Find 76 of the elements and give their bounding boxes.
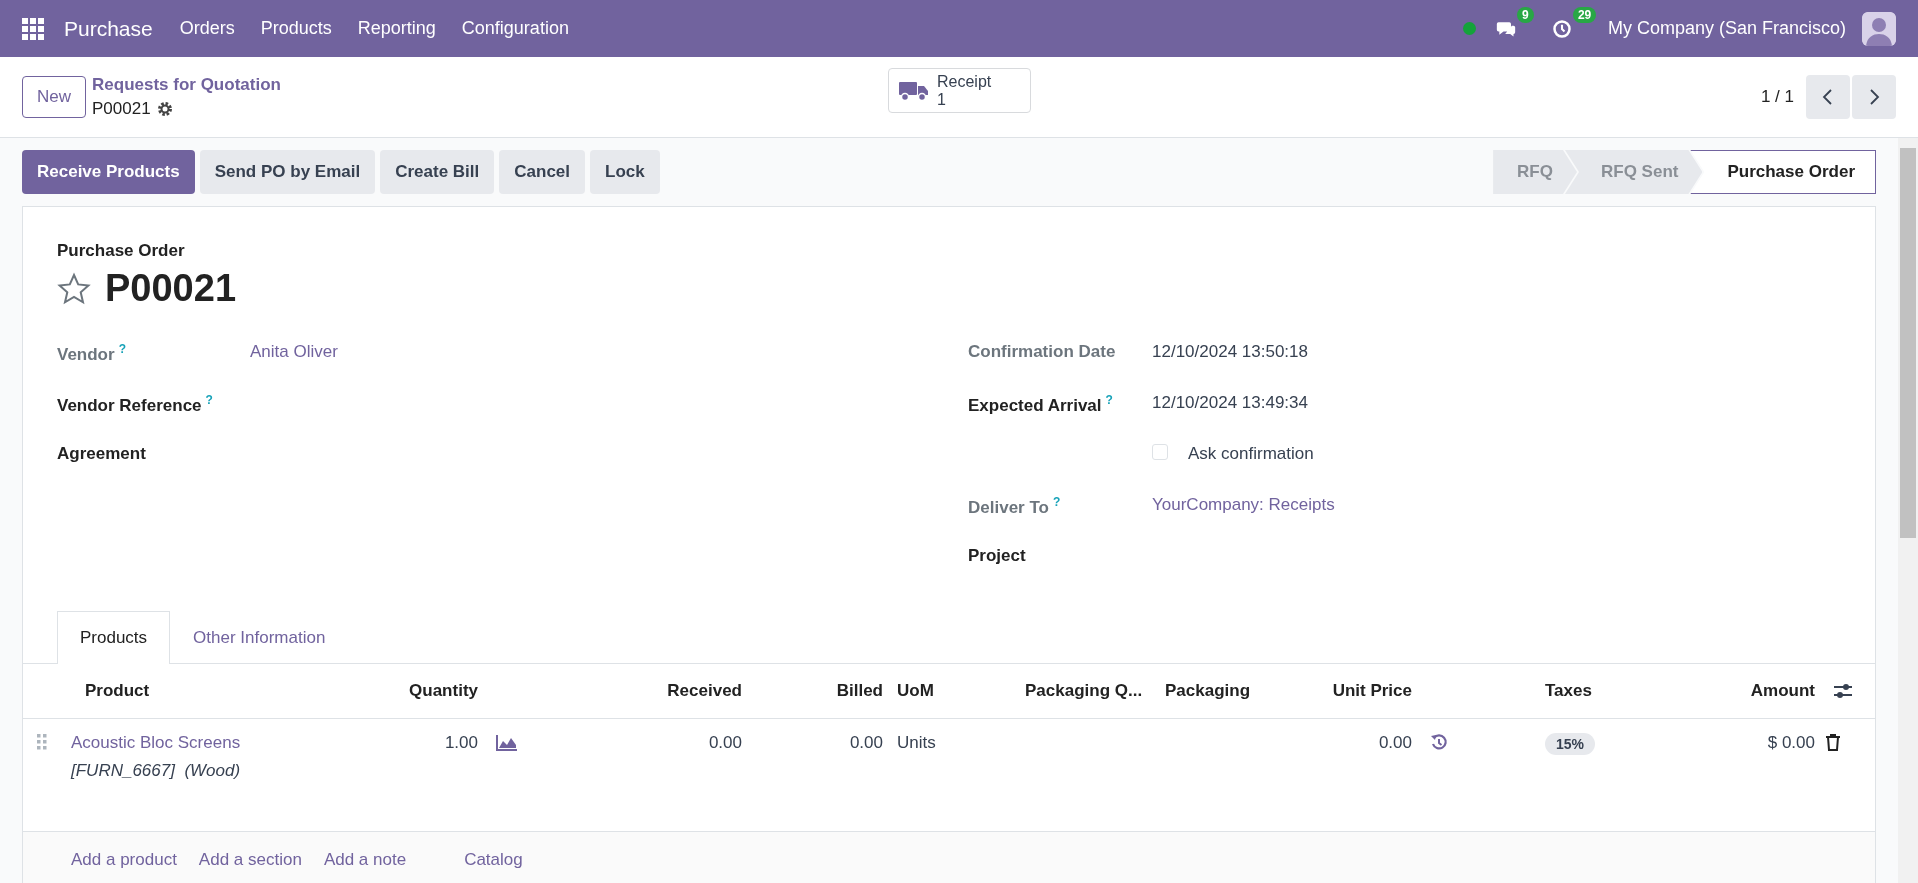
company-switcher[interactable]: My Company (San Francisco) xyxy=(1607,18,1846,39)
trash-icon[interactable] xyxy=(1825,733,1841,751)
column-header[interactable]: Taxes xyxy=(1545,681,1592,701)
activity-count-badge: 29 xyxy=(1572,6,1597,23)
tax-tag: 15% xyxy=(1545,733,1596,755)
apps-menu-icon[interactable] xyxy=(22,17,44,40)
clock-icon[interactable] xyxy=(1551,18,1572,39)
field-label: Deliver To $^{?}$ xyxy=(968,495,1062,518)
field-value: 12/10/2024 13:49:34 xyxy=(1152,393,1308,413)
product-link[interactable]: Acoustic Bloc Screens xyxy=(71,733,241,753)
status-dot-icon[interactable] xyxy=(1462,22,1476,35)
table-cell: 0.00 xyxy=(1378,733,1412,753)
column-header[interactable]: Packaging Q... xyxy=(1025,681,1143,701)
next-button[interactable] xyxy=(1852,75,1896,119)
add-line-link[interactable]: Add a section xyxy=(198,850,302,883)
previous-button[interactable] xyxy=(1806,75,1850,119)
table-cell: Units xyxy=(897,733,936,753)
tab[interactable]: Other Information xyxy=(170,611,349,664)
chevron-left-icon xyxy=(1821,88,1835,106)
action-button[interactable]: Receive Products xyxy=(22,150,195,194)
column-header[interactable]: Unit Price xyxy=(1332,681,1412,701)
message-count-badge: 9 xyxy=(1516,6,1534,23)
checkbox[interactable] xyxy=(1152,444,1168,460)
field-label: Vendor $^{?}$ xyxy=(57,342,127,365)
column-header[interactable]: Product xyxy=(85,681,150,701)
field-label: Confirmation Date xyxy=(968,342,1117,362)
field-label: Vendor Reference $^{?}$ xyxy=(57,393,214,416)
field-link[interactable]: Anita Oliver xyxy=(250,342,338,362)
table-cell: 0.00 xyxy=(708,733,742,753)
truck-icon xyxy=(899,79,929,102)
drag-handle-icon[interactable] xyxy=(37,733,47,751)
checkbox-label: Ask confirmation xyxy=(1188,444,1314,464)
action-button[interactable]: Lock xyxy=(590,150,660,194)
chevron-right-icon xyxy=(1867,88,1881,106)
tab[interactable]: Products xyxy=(57,611,171,664)
pager-counter[interactable]: 1 / 1 xyxy=(1760,87,1794,107)
receipt-smart-button[interactable]: Receipt 1 xyxy=(888,68,1031,113)
menu-item[interactable]: Products xyxy=(247,18,345,39)
column-header[interactable]: Amount xyxy=(1750,681,1815,701)
action-button[interactable]: Send PO by Email xyxy=(199,150,376,194)
table-cell: 1.00 xyxy=(444,733,478,753)
action-button[interactable]: Cancel xyxy=(499,150,586,194)
column-settings-icon[interactable] xyxy=(1833,682,1853,700)
field-label: Expected Arrival $^{?}$ xyxy=(968,393,1114,416)
settings-icon[interactable] xyxy=(156,101,173,117)
area-chart-icon[interactable] xyxy=(496,733,518,751)
avatar-icon[interactable] xyxy=(1862,11,1896,46)
history-icon[interactable] xyxy=(1430,733,1448,751)
product-description: [FURN_6667] (Wood) xyxy=(71,761,241,781)
menu-item[interactable]: Configuration xyxy=(448,18,582,39)
add-line-link[interactable]: Catalog xyxy=(464,850,523,883)
field-label: Agreement xyxy=(57,444,147,464)
table-cell: 0.00 xyxy=(849,733,883,753)
field-label: Project xyxy=(968,546,1027,566)
breadcrumb-link[interactable]: Requests for Quotation xyxy=(92,75,281,95)
add-line-link[interactable]: Add a product xyxy=(71,850,177,883)
status-step[interactable]: Purchase Order xyxy=(1690,150,1876,194)
column-header[interactable]: Billed xyxy=(836,681,883,701)
column-header[interactable]: Received xyxy=(667,681,742,701)
record-name: P00021 xyxy=(92,99,151,119)
table-cell: $ 0.00 xyxy=(1767,733,1815,753)
field-value: 12/10/2024 13:50:18 xyxy=(1152,342,1308,362)
menu-item[interactable]: Orders xyxy=(166,18,248,39)
new-button[interactable]: New xyxy=(22,76,86,118)
column-header[interactable]: Packaging xyxy=(1165,681,1251,701)
scrollbar-thumb[interactable] xyxy=(1900,148,1916,538)
column-header[interactable]: Quantity xyxy=(409,681,478,701)
column-header[interactable]: UoM xyxy=(897,681,934,701)
field-link[interactable]: YourCompany: Receipts xyxy=(1152,495,1335,515)
form-caption: Purchase Order xyxy=(56,241,186,261)
app-name[interactable]: Purchase xyxy=(64,16,153,41)
action-button[interactable]: Create Bill xyxy=(380,150,495,194)
add-line-link[interactable]: Add a note xyxy=(323,850,407,883)
menu-item[interactable]: Reporting xyxy=(344,18,449,39)
record-title: P00021 xyxy=(105,267,236,310)
star-icon[interactable] xyxy=(57,271,91,306)
